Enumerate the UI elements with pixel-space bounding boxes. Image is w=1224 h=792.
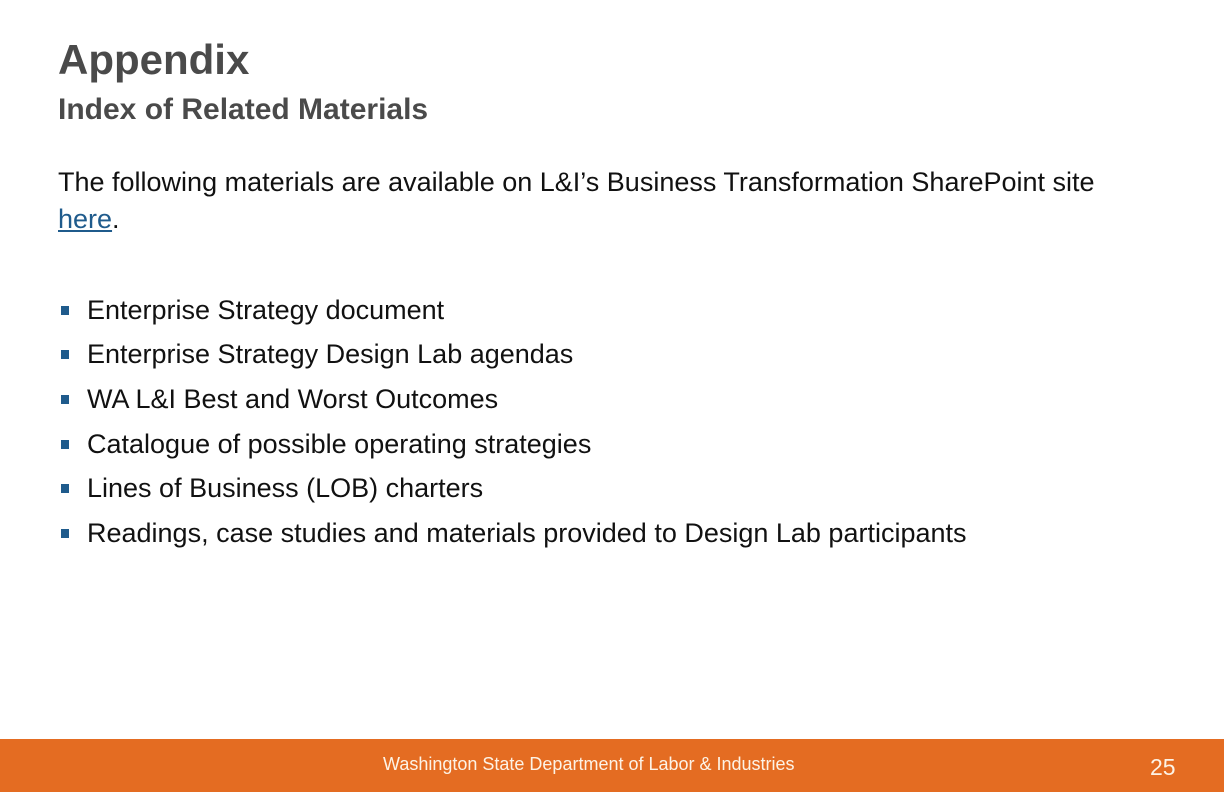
square-bullet-icon: [61, 350, 69, 360]
list-item: Enterprise Strategy document: [58, 288, 967, 333]
square-bullet-icon: [61, 484, 69, 494]
footer-bar: Washington State Department of Labor & I…: [0, 739, 1224, 792]
list-item-text: Enterprise Strategy document: [87, 294, 445, 325]
list-item-text: Enterprise Strategy Design Lab agendas: [87, 339, 574, 370]
footer-organization: Washington State Department of Labor & I…: [383, 754, 795, 774]
slide-subtitle: Index of Related Materials: [58, 93, 429, 126]
intro-paragraph: The following materials are available on…: [58, 164, 1158, 238]
slide: Appendix Index of Related Materials The …: [0, 0, 1224, 792]
list-item-text: Readings, case studies and materials pro…: [87, 517, 967, 548]
list-item-text: Catalogue of possible operating strategi…: [87, 428, 592, 459]
list-item: Enterprise Strategy Design Lab agendas: [58, 333, 967, 378]
list-item: Lines of Business (LOB) charters: [58, 466, 967, 511]
square-bullet-icon: [61, 305, 69, 315]
square-bullet-icon: [61, 439, 69, 449]
slide-title: Appendix: [58, 36, 250, 83]
square-bullet-icon: [61, 528, 69, 538]
intro-text: The following materials are available on…: [58, 167, 1095, 197]
materials-list: Enterprise Strategy document Enterprise …: [58, 288, 967, 556]
square-bullet-icon: [61, 394, 69, 404]
sharepoint-link[interactable]: here: [58, 204, 112, 234]
page-number: 25: [1150, 754, 1176, 780]
list-item-text: WA L&I Best and Worst Outcomes: [87, 383, 499, 414]
list-item: WA L&I Best and Worst Outcomes: [58, 377, 967, 422]
list-item: Readings, case studies and materials pro…: [58, 511, 967, 556]
intro-text-end: .: [112, 204, 120, 234]
list-item: Catalogue of possible operating strategi…: [58, 422, 967, 467]
list-item-text: Lines of Business (LOB) charters: [87, 473, 484, 504]
